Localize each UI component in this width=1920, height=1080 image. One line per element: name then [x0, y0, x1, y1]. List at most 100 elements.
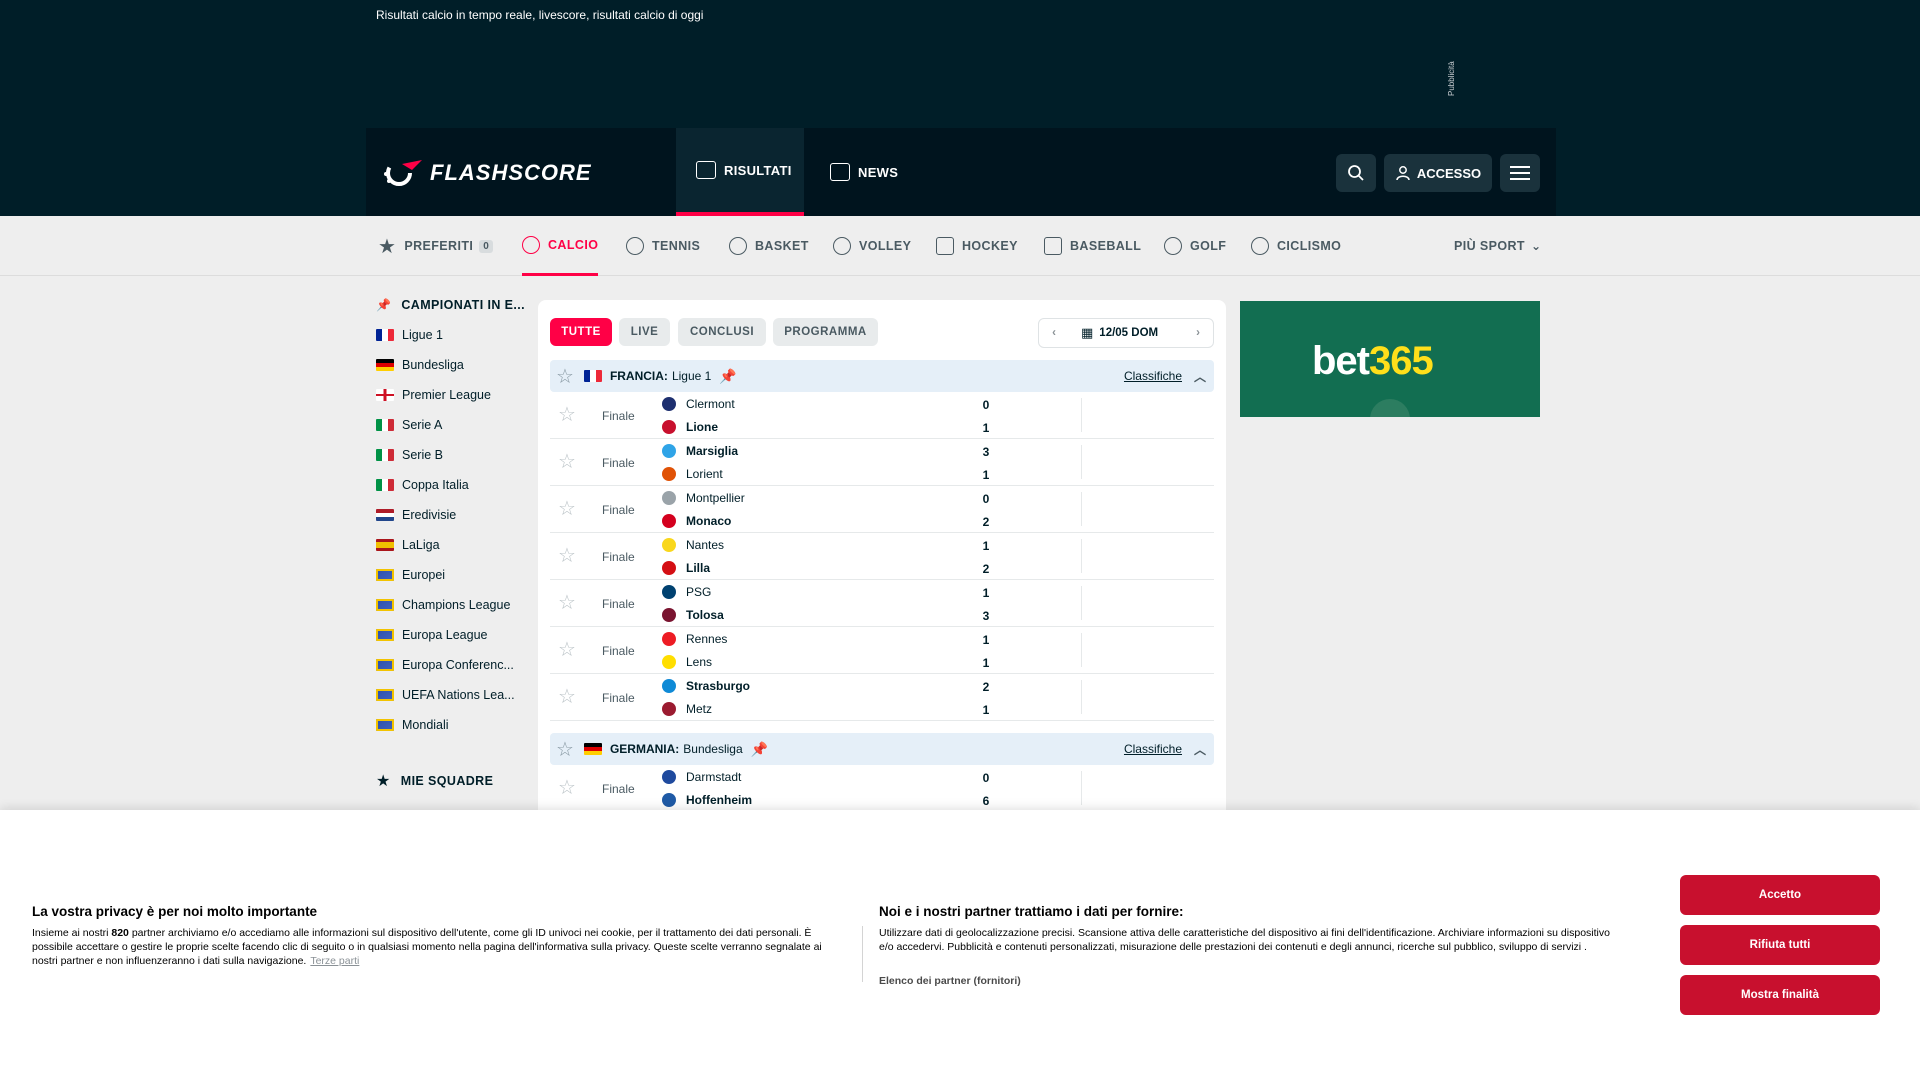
calendar-icon[interactable]: ▦	[1081, 325, 1093, 341]
ad-label: Pubblicità	[1447, 61, 1456, 96]
match-row[interactable]: ☆ Finale PSG Tolosa 1 3	[550, 580, 1214, 627]
standings-link[interactable]: Classifiche	[1124, 742, 1182, 756]
sidebar-league-item[interactable]: Mondiali	[376, 710, 536, 740]
favorites-count-badge: 0	[479, 239, 494, 253]
star-icon[interactable]: ☆	[556, 364, 574, 389]
match-row[interactable]: ☆ Finale Nantes Lilla 1 2	[550, 533, 1214, 580]
sidebar-league-item[interactable]: Bundesliga	[376, 350, 536, 380]
home-team: Marsiglia	[662, 444, 738, 458]
match-row[interactable]: ☆ Finale Marsiglia Lorient 3 1	[550, 439, 1214, 486]
next-day-button[interactable]: ›	[1183, 327, 1213, 339]
star-icon[interactable]: ☆	[558, 687, 576, 707]
away-team: Monaco	[662, 514, 731, 528]
baseball-bat-icon	[1044, 237, 1062, 255]
bet365-logo-suffix: 365	[1369, 339, 1434, 383]
sport-tab-golf[interactable]: GOLF	[1164, 216, 1226, 276]
sport-label: PIÙ SPORT	[1454, 239, 1525, 253]
sidebar-league-item[interactable]: Serie B	[376, 440, 536, 470]
away-score: 1	[982, 703, 990, 717]
tab-risultati[interactable]: RISULTATI	[676, 128, 804, 216]
pin-icon[interactable]: 📌	[719, 368, 736, 385]
sport-tab-volley[interactable]: VOLLEY	[833, 216, 911, 276]
sidebar-league-item[interactable]: LaLiga	[376, 530, 536, 560]
team-crest-icon	[662, 561, 676, 575]
row-divider	[1081, 539, 1082, 573]
match-row[interactable]: ☆ Finale Darmstadt Hoffenheim 0 6	[550, 765, 1214, 812]
sport-tab-calcio[interactable]: CALCIO	[522, 216, 599, 276]
sport-tab-ciclismo[interactable]: CICLISMO	[1251, 216, 1341, 276]
sidebar-league-label: Premier League	[402, 388, 491, 402]
prev-day-button[interactable]: ‹	[1039, 327, 1069, 339]
sidebar-league-item[interactable]: Europa Conferenc...	[376, 650, 536, 680]
away-score: 1	[982, 468, 990, 482]
sport-tab-baseball[interactable]: BASEBALL	[1044, 216, 1141, 276]
sidebar-league-label: Mondiali	[402, 718, 449, 732]
star-icon[interactable]: ☆	[556, 737, 574, 762]
login-button[interactable]: ACCESSO	[1384, 154, 1492, 192]
user-icon	[1396, 166, 1410, 181]
match-row[interactable]: ☆ Finale Clermont Lione 0 1	[550, 392, 1214, 439]
sidebar-league-item[interactable]: Europa League	[376, 620, 536, 650]
star-icon[interactable]: ☆	[558, 499, 576, 519]
league-header[interactable]: ☆ GERMANIA: Bundesliga 📌 Classifiche ︿	[550, 733, 1214, 765]
sport-tab-tennis[interactable]: TENNIS	[626, 216, 700, 276]
my-teams-title: MIE SQUADRE	[400, 774, 494, 788]
match-row[interactable]: ☆ Finale Strasburgo Metz 2 1	[550, 674, 1214, 721]
match-status: Finale	[602, 644, 635, 658]
reject-all-button[interactable]: Rifiuta tutti	[1680, 925, 1880, 965]
star-icon[interactable]: ☆	[558, 546, 576, 566]
flashscore-logo[interactable]: FLASHSCORE	[382, 156, 592, 190]
filter-finished[interactable]: CONCLUSI	[678, 318, 766, 346]
filter-all[interactable]: TUTTE	[550, 318, 612, 346]
league-header[interactable]: ☆ FRANCIA: Ligue 1 📌 Classifiche ︿	[550, 360, 1214, 392]
more-sports-dropdown[interactable]: PIÙ SPORT ⌄	[1454, 216, 1541, 276]
sport-label: TENNIS	[652, 239, 701, 253]
chevron-up-icon[interactable]: ︿	[1194, 368, 1206, 385]
show-purposes-button[interactable]: Mostra finalità	[1680, 975, 1880, 1015]
france-flag-icon	[376, 329, 394, 341]
sidebar-league-item[interactable]: Eredivisie	[376, 500, 536, 530]
filter-live[interactable]: LIVE	[619, 318, 670, 346]
date-label[interactable]: 12/05 DOM	[1099, 327, 1158, 339]
team-crest-icon	[662, 491, 676, 505]
away-team: Lione	[662, 420, 718, 434]
home-team: Montpellier	[662, 491, 745, 505]
sidebar-league-item[interactable]: Coppa Italia	[376, 470, 536, 500]
sidebar-league-item[interactable]: Serie A	[376, 410, 536, 440]
sport-tab-hockey[interactable]: HOCKEY	[936, 216, 1018, 276]
standings-link[interactable]: Classifiche	[1124, 369, 1182, 383]
sidebar-league-item[interactable]: Europei	[376, 560, 536, 590]
tab-news[interactable]: NEWS	[822, 128, 922, 216]
menu-button[interactable]	[1500, 154, 1540, 192]
sidebar-league-item[interactable]: Premier League	[376, 380, 536, 410]
match-row[interactable]: ☆ Finale Montpellier Monaco 0 2	[550, 486, 1214, 533]
main-header: FLASHSCORE RISULTATI NEWS ACCESSO	[0, 128, 1920, 216]
sidebar-league-item[interactable]: UEFA Nations Lea...	[376, 680, 536, 710]
search-button[interactable]	[1336, 154, 1376, 192]
accept-button[interactable]: Accetto	[1680, 875, 1880, 915]
sport-tab-preferiti[interactable]: ★ PREFERITI 0	[378, 216, 494, 276]
sport-label: CICLISMO	[1277, 239, 1342, 253]
world-flag-icon	[376, 719, 394, 731]
star-icon[interactable]: ☆	[558, 640, 576, 660]
star-icon[interactable]: ☆	[558, 452, 576, 472]
row-divider	[1081, 492, 1082, 526]
star-icon[interactable]: ☆	[558, 593, 576, 613]
third-parties-link[interactable]: Terze parti	[310, 955, 359, 967]
home-team: Nantes	[662, 538, 724, 552]
star-icon: ★	[378, 235, 397, 258]
pin-icon[interactable]: 📌	[751, 741, 768, 758]
sport-tab-basket[interactable]: BASKET	[729, 216, 809, 276]
filter-scheduled[interactable]: PROGRAMMA	[773, 318, 878, 346]
match-row[interactable]: ☆ Finale Rennes Lens 1 1	[550, 627, 1214, 674]
vendors-link[interactable]: Elenco dei partner (fornitori)	[879, 974, 1021, 988]
purposes-title: Noi e i nostri partner trattiamo i dati …	[879, 904, 1184, 919]
bet365-ad[interactable]: bet365	[1240, 301, 1540, 417]
chevron-up-icon[interactable]: ︿	[1194, 741, 1206, 758]
chevron-down-icon: ⌄	[1530, 239, 1542, 253]
star-icon[interactable]: ☆	[558, 405, 576, 425]
star-icon[interactable]: ☆	[558, 778, 576, 798]
sidebar-league-item[interactable]: Ligue 1	[376, 320, 536, 350]
tab-risultati-label: RISULTATI	[724, 162, 792, 178]
sidebar-league-item[interactable]: Champions League	[376, 590, 536, 620]
